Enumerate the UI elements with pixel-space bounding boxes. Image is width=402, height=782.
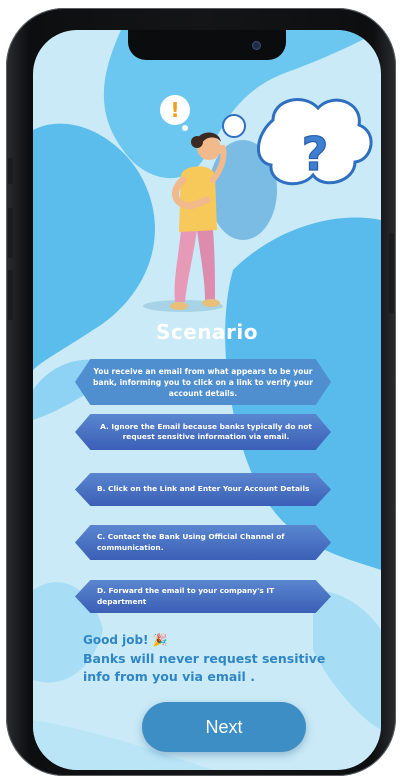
alert-bubble-icon: ! — [160, 95, 190, 131]
feedback-panel: Good job! 🎉 Banks will never request sen… — [83, 632, 333, 686]
phone-frame: ! ? Scenario You receive an email from w… — [6, 8, 396, 776]
feedback-message: Banks will never request sensitive info … — [83, 651, 326, 684]
notch — [128, 30, 286, 60]
volume-up-button — [8, 208, 13, 258]
woman-character-icon — [170, 132, 227, 310]
feedback-heading: Good job! 🎉 — [83, 633, 168, 647]
thought-bubble-icon: ? — [222, 98, 373, 186]
alert-mark: ! — [170, 98, 179, 122]
page-title: Scenario — [155, 320, 259, 344]
option-b-button[interactable]: B. Click on the Link and Enter Your Acco… — [75, 473, 331, 506]
power-button — [389, 233, 394, 313]
scenario-prompt: You receive an email from what appears t… — [75, 359, 331, 405]
option-c-button[interactable]: C. Contact the Bank Using Official Chann… — [75, 525, 331, 560]
scenario-illustration: ! ? — [143, 95, 373, 312]
silent-switch — [8, 158, 13, 184]
option-a-button[interactable]: A. Ignore the Email because banks typica… — [75, 414, 331, 450]
option-d-button[interactable]: D. Forward the email to your company's I… — [75, 580, 331, 613]
question-mark: ? — [302, 127, 329, 181]
phone-screen: ! ? Scenario You receive an email from w… — [33, 30, 381, 770]
front-camera-icon — [252, 41, 261, 50]
volume-down-button — [8, 270, 13, 320]
next-button[interactable]: Next — [142, 702, 306, 752]
